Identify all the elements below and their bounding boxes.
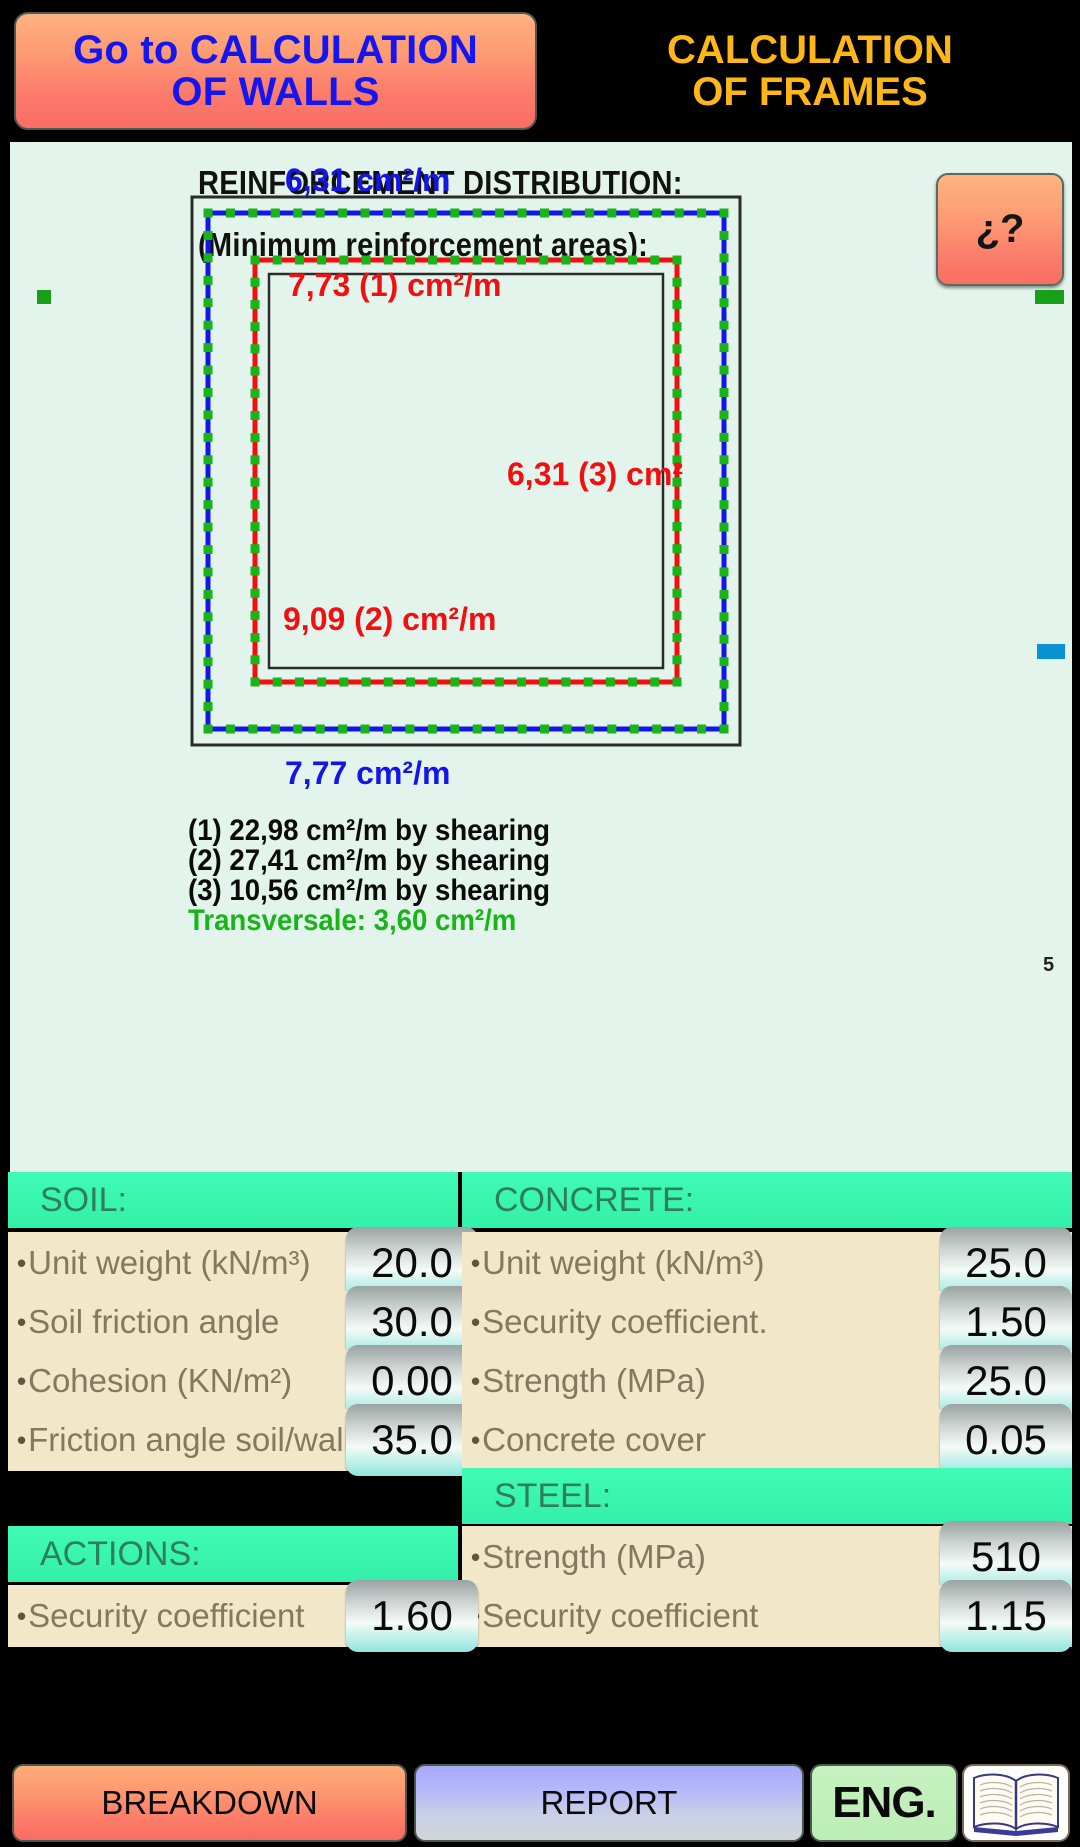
concrete-row-3-value[interactable]: 0.05 [940,1404,1072,1476]
page-title-line1: CALCULATION [667,28,953,72]
open-book-icon [973,1773,1059,1836]
label-top-outer: 6,31 cm²/m [285,162,451,198]
goto-button-line2: OF WALLS [171,70,380,114]
actions-row-0-label-text: Security coefficient [28,1597,305,1634]
concrete-row-0-label-text: Unit weight (kN/m³) [482,1244,765,1281]
footer-bar: BREAKDOWN REPORT ENG. [0,1758,1080,1847]
steel-row-1-value[interactable]: 1.15 [940,1580,1072,1652]
report-button[interactable]: REPORT [414,1764,804,1842]
note-3: (3) 10,56 cm²/m by shearing [188,874,551,907]
actions-row-0: • Security coefficient 1.60 [8,1580,478,1652]
reinforcement-panel[interactable]: REINFORCEMENT DISTRIBUTION: (Minimum rei… [10,142,1072,1172]
goto-button-line1: Go to CALCULATION [73,28,478,72]
top-bar: Go to CALCULATION OF WALLS CALCULATION O… [0,0,1080,142]
goto-calculation-of-walls-button[interactable]: Go to CALCULATION OF WALLS [14,12,537,130]
steel-row-1: •Security coefficient 1.15 [462,1580,1072,1652]
page-title: CALCULATION OF FRAMES [560,12,1060,130]
soil-row-0-label-text: Unit weight (kN/m³) [28,1244,311,1281]
breakdown-button[interactable]: BREAKDOWN [12,1764,407,1842]
soil-row-2-label-text: Cohesion (KN/m²) [28,1362,293,1399]
steel-row-0-label-text: Strength (MPa) [482,1538,706,1575]
soil-section-header: SOIL: [8,1172,458,1228]
concrete-row-3: • Concrete cover 0.05 [462,1404,1072,1476]
label-top-inner: 7,73 (1) cm²/m [288,267,502,303]
soil-row-0: • Unit weight (kN/m³) 20.0 [8,1227,478,1299]
note-2: (2) 27,41 cm²/m by shearing [188,844,551,877]
language-button[interactable]: ENG. [810,1764,958,1842]
concrete-row-2-label-text: Strength (MPa) [482,1362,706,1399]
concrete-section-header: CONCRETE: [462,1172,1072,1228]
app-root: Go to CALCULATION OF WALLS CALCULATION O… [0,0,1080,1847]
actions-section-header: ACTIONS: [8,1526,458,1582]
label-right-inner: 6,31 (3) cm² [507,456,684,492]
soil-row-3-value[interactable]: 35.0 [346,1404,478,1476]
steel-row-1-label-text: Security coefficient [482,1597,759,1634]
steel-row-0: • Strength (MPa) 510 [462,1521,1072,1593]
page-title-line2: OF FRAMES [692,70,928,114]
concrete-row-0: • Unit weight (kN/m³) 25.0 [462,1227,1072,1299]
concrete-row-1: • Security coefficient. 1.50 [462,1286,1072,1358]
label-bottom-outer: 7,77 cm²/m [285,755,451,791]
soil-row-3: • Friction angle soil/wall 35.0 [8,1404,478,1476]
soil-row-1-label-text: Soil friction angle [28,1303,280,1340]
soil-row-1: • Soil friction angle 30.0 [8,1286,478,1358]
concrete-row-3-label-text: Concrete cover [482,1421,706,1458]
note-1: (1) 22,98 cm²/m by shearing [188,814,551,847]
actions-row-0-value[interactable]: 1.60 [346,1580,478,1652]
label-bottom-inner: 9,09 (2) cm²/m [283,601,497,637]
manual-button[interactable] [962,1764,1070,1842]
note-transversal: Transversale: 3,60 cm²/m [188,904,517,937]
concrete-row-1-label-text: Security coefficient. [482,1303,768,1340]
concrete-row-2: • Strength (MPa) 25.0 [462,1345,1072,1417]
cross-section-drawing: 6,31 cm²/m 7,73 (1) cm²/m 6,31 (3) cm² 9… [10,142,1072,1172]
steel-section-header: STEEL: [462,1468,1072,1524]
cross-section-svg [190,195,742,747]
soil-row-2: • Cohesion (KN/m²) 0.00 [8,1345,478,1417]
soil-row-3-label-text: Friction angle soil/wall [28,1421,351,1458]
